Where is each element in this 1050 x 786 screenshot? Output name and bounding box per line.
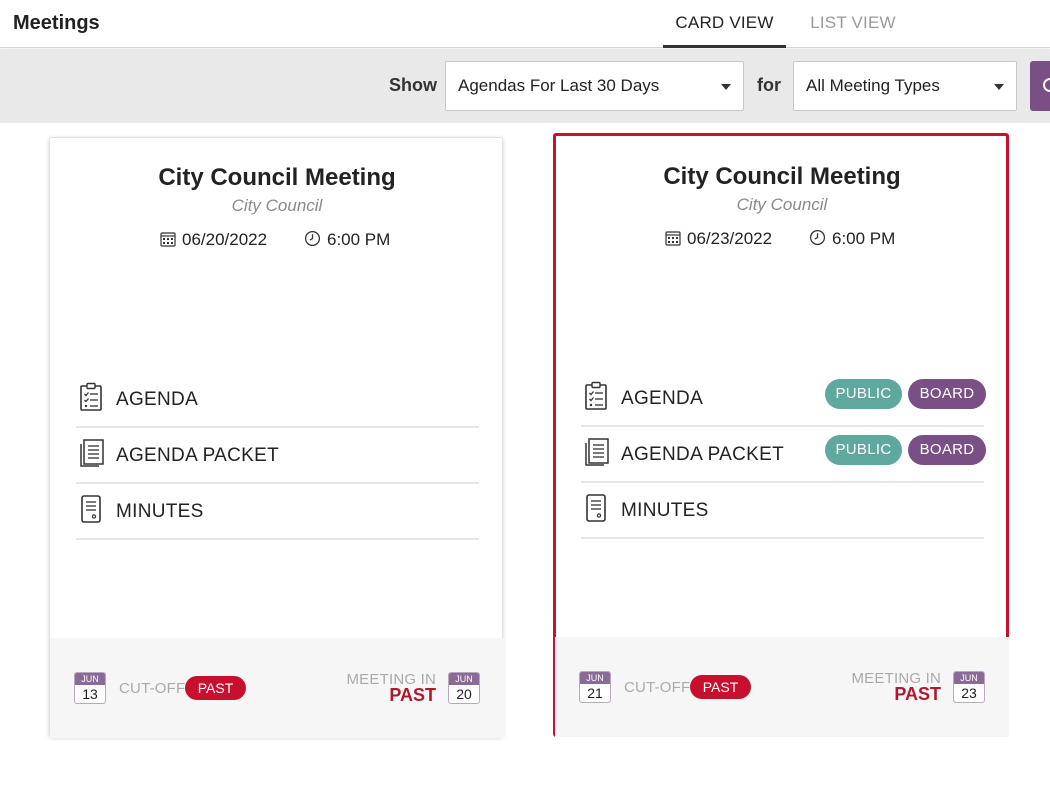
meeting-calendar-icon: JUN 23 [953, 671, 985, 703]
document-label[interactable]: AGENDA [621, 388, 703, 410]
meeting-date-value: 06/20/2022 [182, 230, 268, 249]
tab-list-view[interactable]: LIST VIEW [800, 0, 906, 48]
meeting-month: JUN [954, 672, 984, 684]
meeting-title[interactable]: City Council Meeting [555, 163, 1009, 191]
page-title: Meetings [13, 12, 100, 34]
badge-public[interactable]: PUBLIC [825, 435, 902, 465]
document-label[interactable]: MINUTES [621, 500, 709, 522]
meeting-time: 6:00 PM [809, 229, 895, 251]
cutoff-status-badge: PAST [690, 675, 751, 699]
meeting-status: PAST [389, 685, 436, 705]
filter-bar: Show Agendas For Last 30 Days for All Me… [0, 49, 1050, 123]
document-label[interactable]: AGENDA PACKET [116, 445, 279, 467]
agenda-checklist-icon [583, 381, 609, 411]
document-label[interactable]: AGENDA PACKET [621, 444, 784, 466]
clock-icon [809, 229, 826, 251]
meeting-status: PAST [894, 684, 941, 704]
calendar-icon [665, 230, 681, 251]
card-footer: JUN 13 CUT-OFF PAST MEETING IN PAST JUN … [50, 638, 504, 738]
meeting-time: 6:00 PM [304, 230, 390, 252]
date-range-value: Agendas For Last 30 Days [458, 76, 660, 95]
meeting-time-value: 6:00 PM [327, 230, 391, 249]
meeting-card[interactable]: City Council Meeting City Council 06/23/… [553, 133, 1009, 737]
agenda-checklist-icon [78, 382, 104, 412]
meeting-body: City Council [736, 195, 828, 214]
document-row[interactable]: MINUTES [76, 484, 479, 540]
document-list: AGENDA AGENDA PACKET MINUTES [76, 372, 479, 540]
show-label: Show [389, 75, 437, 95]
cutoff-month: JUN [580, 672, 610, 684]
meeting-day: 20 [456, 686, 472, 702]
agenda-packet-icon [78, 438, 104, 468]
chevron-down-icon [721, 84, 731, 90]
chevron-down-icon [994, 84, 1004, 90]
search-button[interactable] [1030, 61, 1050, 111]
meeting-calendar-icon: JUN 20 [448, 672, 480, 704]
meeting-title[interactable]: City Council Meeting [50, 164, 504, 192]
cutoff-calendar-icon: JUN 21 [579, 671, 611, 703]
meeting-type-value: All Meeting Types [806, 76, 940, 95]
minutes-document-icon [583, 493, 609, 523]
search-icon [1043, 78, 1050, 92]
meeting-date: 06/20/2022 [160, 230, 267, 252]
date-range-select[interactable]: Agendas For Last 30 Days [445, 61, 744, 111]
cutoff-label: CUT-OFF [624, 679, 691, 696]
meeting-date-value: 06/23/2022 [687, 229, 773, 248]
badge-board[interactable]: BOARD [908, 379, 986, 409]
document-label[interactable]: MINUTES [116, 501, 204, 523]
document-row[interactable]: AGENDA [76, 372, 479, 428]
meeting-day: 23 [961, 685, 977, 701]
document-row[interactable]: MINUTES [581, 483, 984, 539]
document-row[interactable]: AGENDA PUBLIC BOARD [581, 371, 986, 427]
meeting-date: 06/23/2022 [665, 229, 772, 251]
calendar-icon [160, 231, 176, 252]
meeting-month: JUN [449, 673, 479, 685]
cutoff-day: 13 [82, 686, 98, 702]
document-row[interactable]: AGENDA PACKET PUBLIC BOARD [581, 427, 986, 483]
meeting-body: City Council [231, 196, 323, 215]
document-list: AGENDA PUBLIC BOARD AGENDA PACKET PUBLIC B… [581, 371, 986, 539]
cutoff-month: JUN [75, 673, 105, 685]
cutoff-label: CUT-OFF [119, 680, 186, 697]
cutoff-calendar-icon: JUN 13 [74, 672, 106, 704]
document-label[interactable]: AGENDA [116, 389, 198, 411]
meeting-time-value: 6:00 PM [832, 229, 896, 248]
agenda-packet-icon [583, 437, 609, 467]
badge-public[interactable]: PUBLIC [825, 379, 902, 409]
meeting-card[interactable]: City Council Meeting City Council 06/20/… [49, 137, 504, 738]
meeting-type-select[interactable]: All Meeting Types [793, 61, 1017, 111]
top-bar: Meetings CARD VIEW LIST VIEW [0, 0, 1050, 48]
cutoff-status-badge: PAST [185, 676, 246, 700]
clock-icon [304, 230, 321, 252]
minutes-document-icon [78, 494, 104, 524]
document-row[interactable]: AGENDA PACKET [76, 428, 479, 484]
badge-board[interactable]: BOARD [908, 435, 986, 465]
card-footer: JUN 21 CUT-OFF PAST MEETING IN PAST JUN … [555, 637, 1009, 737]
cutoff-day: 21 [587, 685, 603, 701]
tab-card-view[interactable]: CARD VIEW [663, 0, 786, 48]
for-label: for [757, 75, 781, 95]
